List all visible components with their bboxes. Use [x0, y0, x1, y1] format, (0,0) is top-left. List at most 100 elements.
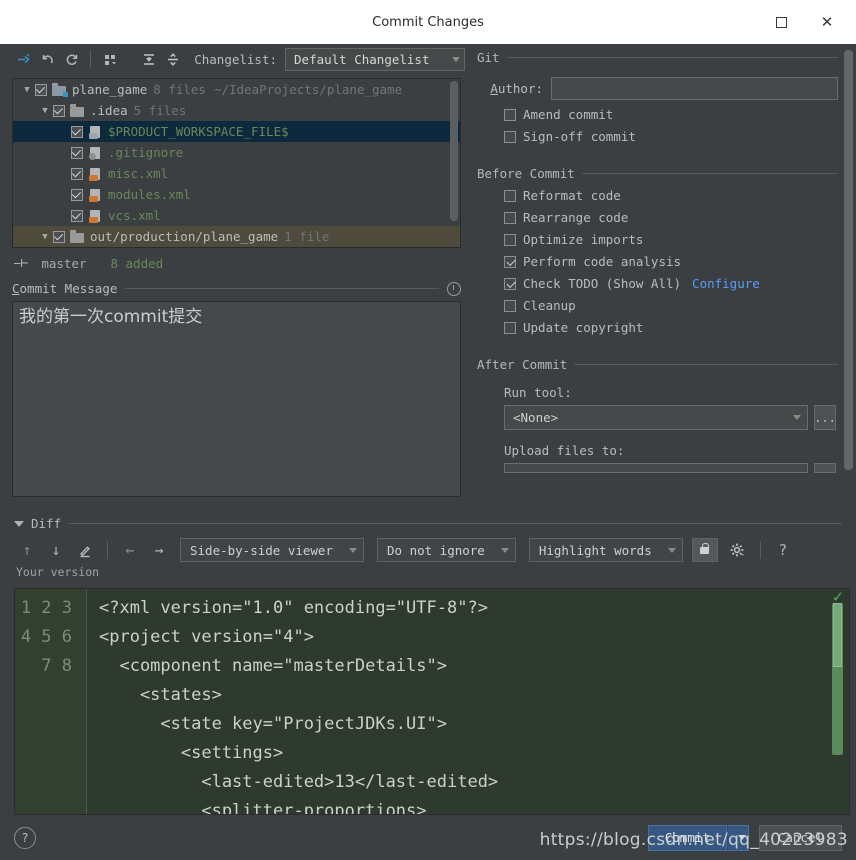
- tree-caret-icon[interactable]: ▼: [37, 106, 53, 116]
- diff-code-pane[interactable]: 1 2 3 4 5 6 7 8 <?xml version="1.0" enco…: [14, 588, 850, 815]
- rearrange-code-checkbox[interactable]: Rearrange code: [504, 210, 850, 225]
- diff-title: Diff: [31, 516, 62, 531]
- checkbox-box[interactable]: [504, 130, 516, 143]
- author-label: Author:: [490, 81, 543, 96]
- checkbox-box[interactable]: [504, 255, 516, 268]
- tree-row-count: 1 file: [284, 229, 330, 244]
- whitespace-mode-combobox[interactable]: Do not ignore: [377, 538, 516, 562]
- code-scrollbar-thumb[interactable]: [833, 603, 842, 667]
- clock-icon[interactable]: [447, 281, 461, 296]
- group-by-icon[interactable]: [99, 47, 121, 71]
- tree-row[interactable]: $PRODUCT_WORKSPACE_FILE$: [13, 121, 460, 142]
- tree-caret-icon[interactable]: ▼: [19, 85, 35, 95]
- tree-row-checkbox[interactable]: [53, 230, 65, 243]
- commit-message-label: Commit Message: [12, 281, 118, 296]
- tree-row[interactable]: vcs.xml: [13, 205, 460, 226]
- added-count: 8 added: [110, 255, 164, 271]
- tree-caret-icon[interactable]: ▼: [37, 232, 53, 242]
- checkbox-box[interactable]: [504, 108, 516, 121]
- changed-files-tree[interactable]: ▼ plane_game 8 files ~/IdeaProjects/plane_g…: [12, 78, 461, 248]
- upload-files-combobox[interactable]: [504, 463, 808, 473]
- checkbox-box[interactable]: [504, 189, 516, 202]
- collapse-all-icon[interactable]: [162, 47, 184, 71]
- check-todo-checkbox[interactable]: Check TODO (Show All) Configure: [504, 276, 850, 291]
- viewer-mode-value: Side-by-side viewer: [190, 542, 333, 558]
- tree-scrollbar[interactable]: [450, 81, 458, 221]
- perform-code-analysis-checkbox[interactable]: Perform code analysis: [504, 254, 850, 269]
- window-title: Commit Changes: [372, 14, 484, 30]
- tree-row-checkbox[interactable]: [71, 125, 83, 138]
- tree-row-checkbox[interactable]: [71, 167, 83, 180]
- tree-row-name: .idea: [90, 103, 128, 118]
- next-difference-icon[interactable]: ↓: [43, 537, 69, 563]
- apply-right-icon[interactable]: →: [146, 537, 172, 563]
- branch-status-row: ⎯⊢ master 8 added: [0, 251, 471, 275]
- tree-row[interactable]: ▼ plane_game 8 files ~/IdeaProjects/plane_g…: [13, 79, 460, 100]
- toolbar-separator: [90, 50, 92, 68]
- checkbox-box[interactable]: [504, 233, 516, 246]
- help-icon[interactable]: ?: [770, 537, 796, 563]
- revert-icon[interactable]: [36, 47, 58, 71]
- viewer-mode-combobox[interactable]: Side-by-side viewer: [180, 538, 364, 562]
- run-tool-browse-button[interactable]: ...: [814, 405, 836, 430]
- checkbox-box[interactable]: [504, 277, 516, 290]
- changelist-combobox[interactable]: Default Changelist: [285, 47, 466, 71]
- gitignore-file-icon: [88, 146, 103, 160]
- run-tool-combobox[interactable]: <None>: [504, 405, 808, 430]
- help-button[interactable]: ?: [14, 826, 36, 849]
- tree-row-checkbox[interactable]: [71, 209, 83, 222]
- changelist-label: Changelist:: [194, 51, 278, 67]
- tree-row[interactable]: misc.xml: [13, 163, 460, 184]
- show-diff-icon[interactable]: [12, 47, 34, 71]
- commit-message-header: Commit Message: [12, 281, 461, 296]
- workspace-file-icon: [88, 125, 103, 139]
- author-field[interactable]: [551, 77, 838, 100]
- expand-all-icon[interactable]: [138, 47, 160, 71]
- close-button[interactable]: ✕: [804, 0, 850, 44]
- commit-button-group: Commit: [647, 824, 749, 851]
- options-scrollbar[interactable]: [844, 50, 853, 470]
- checkbox-box[interactable]: [504, 299, 516, 312]
- highlight-mode-combobox[interactable]: Highlight words: [528, 538, 683, 562]
- tree-row[interactable]: ▼ .idea 5 files: [13, 100, 460, 121]
- tree-row[interactable]: .gitignore: [13, 142, 460, 163]
- upload-files-row: [504, 463, 836, 473]
- previous-difference-icon[interactable]: ↑: [14, 537, 40, 563]
- folder-modified-icon: [52, 83, 68, 97]
- highlight-mode-value: Highlight words: [538, 542, 652, 558]
- after-commit-rule: [574, 364, 838, 365]
- chevron-down-icon: [667, 547, 676, 553]
- checkbox-label: Perform code analysis: [523, 254, 682, 269]
- upload-files-browse-button[interactable]: [814, 463, 836, 473]
- checkbox-box[interactable]: [504, 321, 516, 334]
- configure-link[interactable]: Configure: [692, 276, 760, 291]
- tree-row-checkbox[interactable]: [35, 83, 47, 96]
- commit-dropdown-button[interactable]: [726, 824, 749, 851]
- tree-row-checkbox[interactable]: [71, 146, 83, 159]
- changes-panel: Changelist: Default Changelist ▼ plane_ga…: [0, 44, 471, 510]
- apply-left-icon[interactable]: ←: [117, 537, 143, 563]
- reformat-code-checkbox[interactable]: Reformat code: [504, 188, 850, 203]
- checkbox-box[interactable]: [504, 211, 516, 224]
- refresh-icon[interactable]: [60, 47, 82, 71]
- optimize-imports-checkbox[interactable]: Optimize imports: [504, 232, 850, 247]
- edit-source-icon[interactable]: [72, 537, 98, 563]
- lock-icon[interactable]: [691, 538, 718, 562]
- tree-row[interactable]: modules.xml: [13, 184, 460, 205]
- maximize-button[interactable]: [758, 0, 804, 44]
- sign-off-commit-checkbox[interactable]: Sign-off commit: [504, 129, 850, 144]
- amend-commit-checkbox[interactable]: Amend commit: [504, 107, 850, 122]
- checkbox-label: Optimize imports: [523, 232, 644, 247]
- collapse-triangle-icon[interactable]: [14, 520, 24, 527]
- tree-row[interactable]: ▼ out/production/plane_game 1 file: [13, 226, 460, 247]
- tree-row-checkbox[interactable]: [71, 188, 83, 201]
- cleanup-checkbox[interactable]: Cleanup: [504, 298, 850, 313]
- after-commit-header: After Commit: [477, 357, 838, 372]
- tree-row-checkbox[interactable]: [53, 104, 65, 117]
- commit-button[interactable]: Commit: [647, 824, 727, 851]
- gear-icon[interactable]: [725, 537, 751, 563]
- xml-file-icon: [88, 188, 103, 202]
- update-copyright-checkbox[interactable]: Update copyright: [504, 320, 850, 335]
- commit-message-input[interactable]: 我的第一次commit提交: [12, 301, 461, 497]
- cancel-button[interactable]: Cancel: [758, 824, 842, 851]
